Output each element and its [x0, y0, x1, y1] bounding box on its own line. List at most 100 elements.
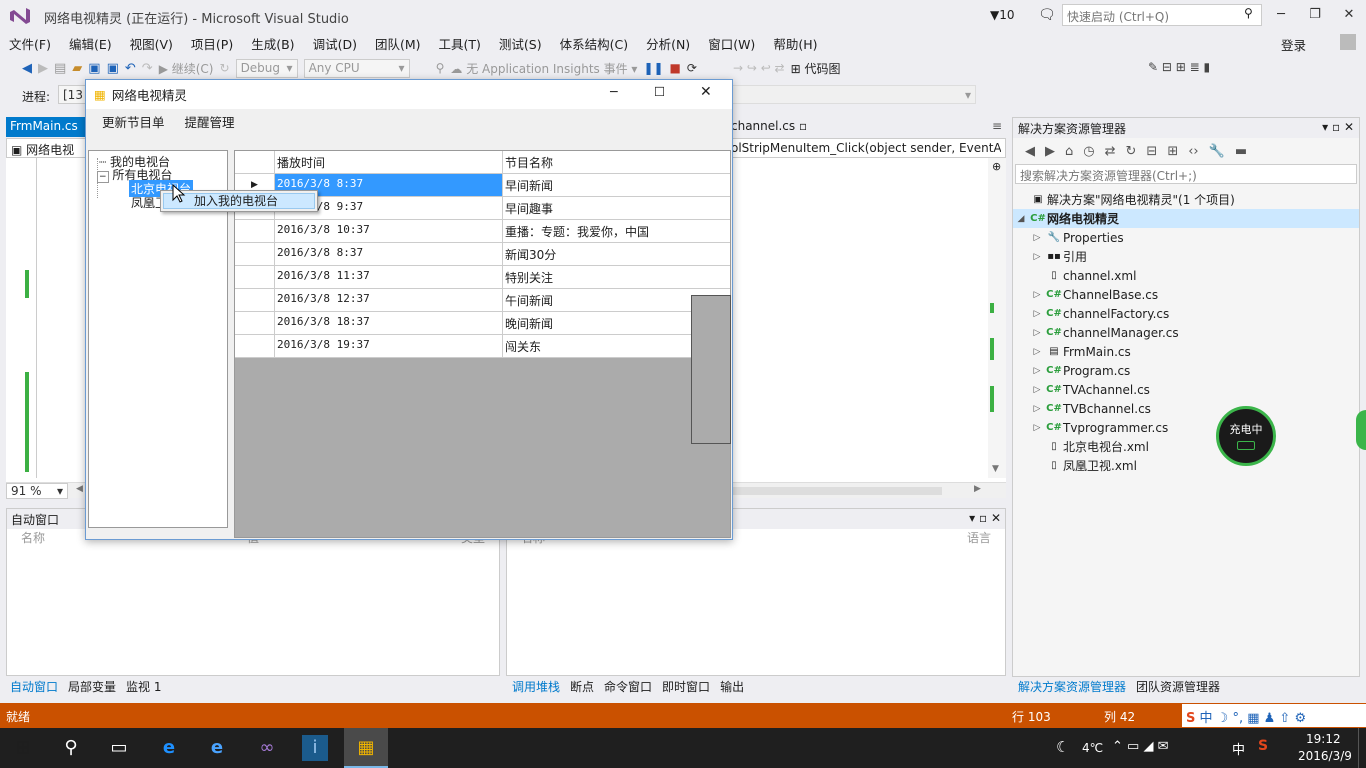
scroll-down-icon[interactable]: ▼ [992, 464, 999, 474]
login-link[interactable]: 登录 [1281, 35, 1306, 54]
tree-item[interactable]: ▷ C# Tvprogrammer.cs [1013, 418, 1359, 437]
stack-frame-dropdown[interactable]: ▾ [730, 85, 976, 104]
chevron-right-icon[interactable]: ▷ [1029, 366, 1045, 376]
refresh-icon[interactable]: ↻ [1126, 144, 1137, 159]
chevron-right-icon[interactable]: ▷ [1029, 290, 1045, 300]
menu-tools[interactable]: 工具(T) [430, 34, 490, 53]
visual-studio-taskbar-icon[interactable]: ∞ [254, 735, 280, 761]
collapse-icon[interactable]: ⊟ [1146, 144, 1157, 159]
save-all-icon[interactable]: ▣ [107, 61, 119, 76]
menu-analyze[interactable]: 分析(N) [637, 34, 699, 53]
vertical-scrollbar[interactable] [988, 158, 1006, 478]
tab-watch1[interactable]: 监视 1 [126, 678, 161, 696]
chevron-right-icon[interactable]: ▷ [1029, 252, 1045, 262]
tab-immediate-window[interactable]: 即时窗口 [662, 678, 710, 696]
tree-node-phoenix[interactable]: 凤凰卫视 [131, 194, 161, 211]
table-row[interactable]: 2016/3/8 12:37 午间新闻 [235, 289, 730, 312]
col-language[interactable]: 语言 [967, 529, 991, 547]
show-all-icon[interactable]: ⊞ [1167, 144, 1178, 159]
tab-breakpoints[interactable]: 断点 [570, 678, 594, 696]
side-widget[interactable] [1356, 410, 1366, 450]
tree-item[interactable]: ▷ C# TVBchannel.cs [1013, 399, 1359, 418]
tray-icons[interactable]: ⌃ ▭ ◢ ✉ [1112, 739, 1168, 754]
tree-item[interactable]: ▷ ▪▪ 引用 [1013, 247, 1359, 266]
tab-output[interactable]: 输出 [720, 678, 744, 696]
stop-icon[interactable]: ■ [670, 61, 681, 75]
menu-project[interactable]: 项目(P) [182, 34, 242, 53]
menu-debug[interactable]: 调试(D) [304, 34, 366, 53]
redo-icon[interactable]: ↷ [142, 61, 153, 76]
menu-reminder[interactable]: 提醒管理 [175, 112, 245, 131]
menu-architecture[interactable]: 体系结构(C) [551, 34, 637, 53]
app-maximize-button[interactable]: ☐ [654, 84, 665, 99]
pause-icon[interactable]: ❚❚ [643, 61, 663, 75]
tab-list-icon[interactable]: ≡ [992, 119, 1002, 133]
ie-icon[interactable]: e [204, 735, 230, 761]
save-icon[interactable]: ▣ [88, 61, 100, 76]
tree-item[interactable]: ▯ channel.xml [1013, 266, 1359, 285]
preview-icon[interactable]: ▬ [1235, 144, 1247, 159]
wrench-icon[interactable]: 🔧 [1209, 144, 1225, 159]
open-file-icon[interactable]: ▰ [72, 61, 82, 76]
tab-command-window[interactable]: 命令窗口 [604, 678, 652, 696]
insights-button[interactable]: ☁ 无 Application Insights 事件 ▾ [450, 60, 637, 77]
menu-window[interactable]: 窗口(W) [699, 34, 764, 53]
tree-solution[interactable]: ▣ 解决方案"网络电视精灵"(1 个项目) [1013, 190, 1359, 209]
menu-update-schedule[interactable]: 更新节目单 [92, 112, 175, 131]
tray-ime[interactable]: 中 [1232, 739, 1245, 758]
split-icon[interactable]: ⊕ [992, 160, 1001, 173]
tree-item[interactable]: ▷ C# TVAchannel.cs [1013, 380, 1359, 399]
clock-time[interactable]: 19:12 [1306, 732, 1341, 746]
search-icon[interactable]: ⚲ [58, 735, 84, 761]
notifications-button[interactable]: ▼ 10 [990, 4, 1015, 26]
back-icon[interactable]: ◀ [1025, 144, 1035, 159]
home-icon[interactable]: ⌂ [1065, 144, 1073, 159]
user-avatar[interactable] [1340, 34, 1356, 50]
restart-icon[interactable]: ⟳ [687, 61, 697, 75]
expand-icon[interactable]: ◢ [1013, 214, 1029, 224]
tab-team-explorer[interactable]: 团队资源管理器 [1136, 678, 1220, 696]
table-row[interactable]: 2016/3/8 11:37 特别关注 [235, 266, 730, 289]
table-row[interactable]: 2016/3/8 18:37 晚间新闻 [235, 312, 730, 335]
sogou-tray-icon[interactable]: S [1258, 738, 1268, 754]
chevron-right-icon[interactable]: ▷ [1029, 404, 1045, 414]
tree-item[interactable]: ▯ 北京电视台.xml [1013, 437, 1359, 456]
clock-date[interactable]: 2016/3/9 [1298, 749, 1352, 763]
table-row[interactable]: 2016/3/8 8:37 新闻30分 [235, 243, 730, 266]
forward-icon[interactable]: ▶ [38, 61, 48, 76]
new-project-icon[interactable]: ▤ [54, 61, 66, 76]
tree-project[interactable]: ◢ C# 网络电视精灵 [1013, 209, 1359, 228]
scroll-left-icon[interactable]: ◀ [76, 484, 83, 494]
col-program-name[interactable]: 节目名称 [503, 151, 730, 174]
chevron-right-icon[interactable]: ▷ [1029, 233, 1045, 243]
menu-view[interactable]: 视图(V) [121, 34, 182, 53]
edge-icon[interactable]: e [156, 735, 182, 761]
tab-frmmain[interactable]: FrmMain.cs [6, 117, 90, 137]
charging-widget[interactable]: 充电中 [1216, 406, 1276, 466]
undo-icon[interactable]: ↶ [125, 61, 136, 76]
refresh-icon[interactable]: ↻ [220, 61, 230, 75]
feedback-icon[interactable]: 🗨 [1038, 4, 1056, 26]
menu-team[interactable]: 团队(M) [366, 34, 430, 53]
tab-autos[interactable]: 自动窗口 [10, 678, 58, 696]
col-air-time[interactable]: 播放时间 [275, 151, 503, 174]
chevron-right-icon[interactable]: ▷ [1029, 347, 1045, 357]
tab-call-stack[interactable]: 调用堆栈 [512, 678, 560, 696]
close-button[interactable]: ✕ [1334, 4, 1364, 26]
method-dropdown[interactable]: olStripMenuItem_Click(object sender, Eve… [731, 141, 1001, 155]
chevron-right-icon[interactable]: ▷ [1029, 385, 1045, 395]
table-row[interactable]: 2016/3/8 10:37 重播：专题：我爱你，中国 [235, 220, 730, 243]
minimize-button[interactable]: ─ [1266, 4, 1296, 26]
forward-icon[interactable]: ▶ [1045, 144, 1055, 159]
menu-help[interactable]: 帮助(H) [764, 34, 826, 53]
back-icon[interactable]: ◀ [22, 61, 32, 76]
menu-file[interactable]: 文件(F) [0, 34, 60, 53]
tree-item[interactable]: ▯ 凤凰卫视.xml [1013, 456, 1359, 475]
step-icons[interactable]: → ↪ ↩ ⇄ [733, 61, 785, 75]
tree-item[interactable]: ▷ 🔧 Properties [1013, 228, 1359, 247]
code-icon[interactable]: ‹› [1188, 144, 1198, 159]
tree-item[interactable]: ▷ ▤ FrmMain.cs [1013, 342, 1359, 361]
history-icon[interactable]: ◷ [1083, 144, 1094, 159]
tab-locals[interactable]: 局部变量 [68, 678, 116, 696]
continue-button[interactable]: ▶ 继续(C) [159, 60, 214, 77]
